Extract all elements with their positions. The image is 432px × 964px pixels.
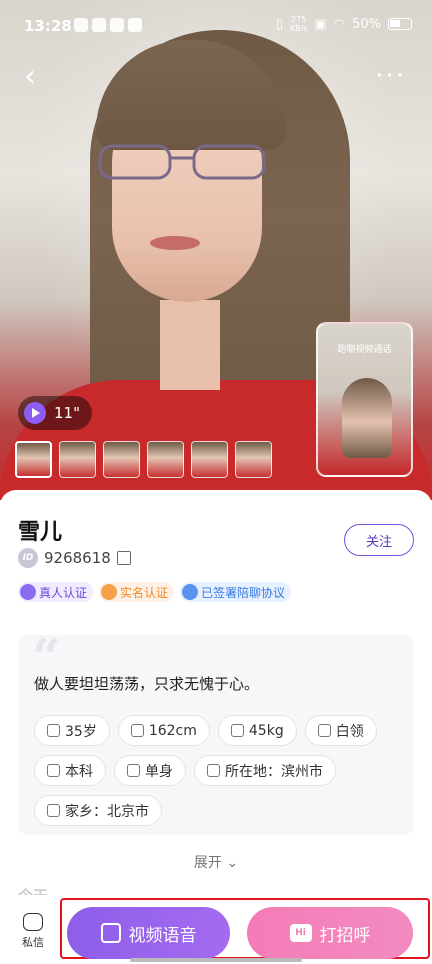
document-icon — [182, 584, 199, 600]
back-icon[interactable]: ‹ — [24, 62, 48, 92]
no-sim-icon: ▣ — [314, 16, 327, 32]
about-section: “ 做人要坦坦荡荡，只求无愧于心。 35岁 162cm 45kg 白领 本科 单… — [18, 627, 414, 835]
home-icon — [47, 804, 60, 817]
video-duration: 11" — [54, 404, 80, 422]
chevron-down-icon: ⌄ — [226, 855, 239, 871]
status-right: ▯ 275 KB/s ▣ ◠ 50% — [276, 15, 412, 33]
tag-real-person: 真人认证 — [18, 582, 94, 602]
vibrate-icon: ▯ — [275, 16, 283, 32]
photo-thumbnail[interactable] — [103, 441, 140, 478]
wifi-icon: ◠ — [333, 16, 346, 32]
bio-text: 做人要坦坦荡荡，只求无愧于心。 — [34, 675, 260, 693]
battery-icon — [388, 18, 412, 30]
briefcase-icon — [317, 724, 331, 737]
follow-button[interactable]: 关注 — [344, 524, 414, 556]
chip-location: 所在地：滨州市 — [194, 755, 336, 786]
user-id: 9268618 — [44, 549, 111, 567]
more-options-icon[interactable]: ··· — [375, 63, 406, 89]
neck-shape — [160, 300, 220, 390]
weibo-notification-icon — [74, 18, 88, 32]
location-pin-icon — [207, 764, 220, 777]
photo-thumbnail[interactable] — [191, 441, 228, 478]
chip-hometown: 家乡：北京市 — [34, 795, 162, 826]
person-icon — [127, 764, 140, 777]
app-notification-icon — [92, 18, 106, 32]
ruler-icon — [130, 724, 144, 737]
app-notification-icon — [110, 18, 124, 32]
copy-icon[interactable] — [116, 551, 131, 565]
sprout-icon — [47, 724, 60, 737]
attribute-chips: 35岁 162cm 45kg 白领 本科 单身 所在地：滨州市 家乡：北京市 — [34, 715, 404, 826]
scale-icon — [230, 724, 244, 737]
chip-occupation: 白领 — [304, 715, 377, 746]
net-speed: 275 KB/s — [289, 15, 308, 33]
private-message-button[interactable]: 私信 — [18, 913, 48, 950]
photo-thumbnail[interactable] — [59, 441, 96, 478]
photo-thumbnail[interactable] — [235, 441, 272, 478]
status-bar: 13:28 ▯ 275 KB/s ▣ ◠ 50% — [0, 0, 432, 50]
verified-icon — [20, 584, 36, 600]
glasses-shape — [98, 144, 266, 180]
graduation-cap-icon — [47, 764, 60, 777]
profile-name: 雪儿 — [18, 520, 63, 545]
battery-percent: 50% — [352, 16, 381, 32]
mail-notification-icon — [128, 18, 142, 32]
expand-toggle[interactable]: 展开 ⌄ — [0, 852, 432, 872]
play-icon — [24, 402, 46, 424]
photo-thumbnail[interactable] — [147, 441, 184, 478]
tag-agreement: 已签署陪聊协议 — [180, 582, 292, 602]
hi-icon: Hi — [289, 924, 312, 942]
photo-thumbnails — [15, 441, 272, 478]
user-id-line: ID 9268618 — [18, 548, 131, 568]
video-phone-icon — [100, 923, 121, 943]
notification-icons — [74, 18, 142, 32]
id-badge-icon: ID — [18, 548, 38, 568]
verification-tags: 真人认证 实名认证 已签署陪聊协议 — [18, 582, 292, 602]
chip-age: 35岁 — [34, 715, 110, 746]
preview-person — [342, 378, 392, 458]
preview-label: 跑聊视频通话 — [337, 345, 392, 355]
video-intro-badge[interactable]: 11" — [18, 396, 92, 430]
chip-height: 162cm — [117, 715, 210, 746]
home-indicator — [130, 958, 302, 962]
chip-relationship: 单身 — [114, 755, 186, 786]
photo-thumbnail[interactable] — [15, 441, 52, 478]
lips-shape — [150, 236, 200, 250]
video-voice-call-button[interactable]: 视频语音 — [67, 907, 230, 959]
chip-weight: 45kg — [217, 715, 297, 746]
profile-card: 雪儿 ID 9268618 关注 真人认证 实名认证 已签署陪聊协议 “ 做人要… — [0, 490, 432, 964]
status-time: 13:28 — [24, 17, 72, 35]
chip-education: 本科 — [34, 755, 106, 786]
video-call-preview[interactable]: 跑聊视频通话 — [316, 322, 413, 477]
tag-real-name: 实名认证 — [99, 582, 175, 602]
bottom-action-bar: 私信 视频语音 Hi 打招呼 — [0, 895, 432, 964]
chat-bubble-icon — [23, 913, 43, 931]
greet-button[interactable]: Hi 打招呼 — [247, 907, 413, 959]
id-verified-icon — [101, 584, 118, 600]
